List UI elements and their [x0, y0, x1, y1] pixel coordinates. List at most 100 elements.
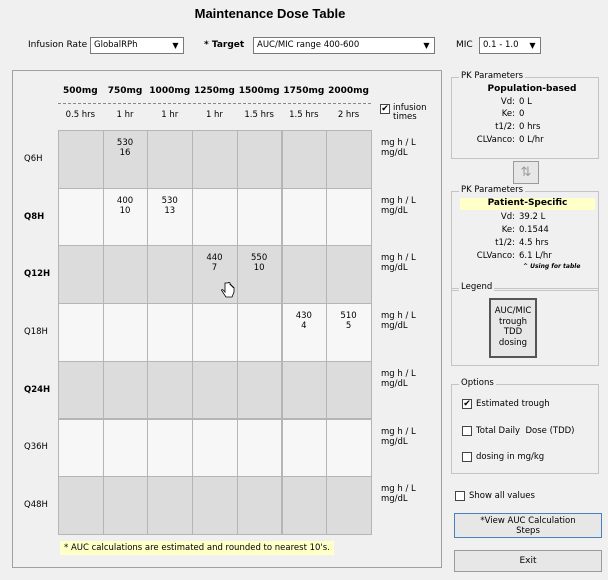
legend-box[interactable]: AUC/MIC trough TDD dosing: [489, 298, 537, 358]
dose-cell[interactable]: [326, 130, 372, 189]
dose-cell[interactable]: [58, 360, 104, 420]
vd-label: Vd:: [500, 212, 515, 222]
dose-cell[interactable]: [192, 130, 238, 189]
dose-cell[interactable]: [192, 187, 238, 247]
dose-cell[interactable]: [281, 245, 328, 305]
mgkg-option[interactable]: dosing in mg/kg: [462, 452, 544, 462]
dose-cell[interactable]: [192, 360, 238, 420]
target-label: * Target: [204, 40, 245, 50]
vd-value: 0 L: [519, 97, 532, 107]
pk-patient-heading: Patient-Specific: [460, 198, 595, 210]
dose-cell[interactable]: [192, 418, 238, 478]
trough-unit-label: mg/dL: [381, 378, 408, 389]
legend-tdd: TDD: [503, 327, 523, 337]
trough-unit-label: mg/dL: [381, 494, 408, 505]
ke-value: 0.1544: [519, 225, 549, 235]
dose-cell[interactable]: [58, 187, 104, 247]
tdd-checkbox[interactable]: [462, 426, 472, 436]
trough-unit-label: mg/dL: [381, 263, 408, 274]
dose-cell[interactable]: [326, 360, 372, 420]
infusion-times-toggle[interactable]: ✔ infusion times: [380, 104, 427, 122]
infusion-time-label: 0.5 hrs: [65, 110, 96, 120]
dose-cell[interactable]: [326, 476, 372, 535]
dose-cell[interactable]: [236, 476, 283, 535]
dose-cell[interactable]: [147, 303, 194, 362]
auc-unit-label: mg h / L: [381, 484, 416, 495]
chevron-down-icon[interactable]: ▼: [420, 39, 433, 52]
infusion-rate-select[interactable]: GlobalRPh ▼: [90, 37, 184, 54]
dose-cell[interactable]: [102, 360, 149, 420]
dose-cell[interactable]: [236, 187, 283, 247]
infusion-rate-value: GlobalRPh: [94, 40, 138, 50]
auc-value: 430: [295, 311, 312, 322]
half-life-label: t1/2:: [495, 238, 515, 248]
hand-cursor-icon: [221, 282, 235, 298]
dose-cell[interactable]: [58, 418, 104, 478]
dose-cell[interactable]: [281, 360, 328, 420]
dose-cell[interactable]: [58, 303, 104, 362]
checkmark-icon: ✔: [381, 103, 389, 114]
dose-cell[interactable]: [102, 418, 149, 478]
chevron-down-icon[interactable]: ▼: [526, 39, 539, 52]
view-auc-steps-button[interactable]: *View AUC Calculation Steps: [454, 513, 602, 538]
trough-value: 5: [345, 321, 352, 332]
tdd-label: Total Daily Dose (TDD): [476, 426, 575, 436]
dose-cell[interactable]: [147, 418, 194, 478]
dose-cell[interactable]: [58, 130, 104, 189]
dose-cell[interactable]: [58, 245, 104, 305]
vd-label: Vd:: [500, 97, 515, 107]
footnote: * AUC calculations are estimated and rou…: [60, 541, 334, 555]
trough-unit-label: mg/dL: [381, 205, 408, 216]
dose-cell[interactable]: [236, 303, 283, 362]
trough-value: 10: [253, 263, 265, 274]
infusion-times-checkbox[interactable]: ✔: [380, 104, 390, 114]
dose-cell[interactable]: [326, 418, 372, 478]
dose-cell[interactable]: [281, 187, 328, 247]
estimated-trough-option[interactable]: ✔ Estimated trough: [462, 399, 550, 409]
mic-label: MIC: [456, 40, 473, 50]
dose-cell[interactable]: [281, 476, 328, 535]
dose-cell[interactable]: [102, 303, 149, 362]
auc-value: 550: [251, 253, 268, 264]
dose-cell[interactable]: [236, 130, 283, 189]
half-life-value: 0 hrs: [519, 122, 541, 132]
dose-cell[interactable]: [147, 476, 194, 535]
trough-value: 13: [164, 205, 176, 216]
dose-cell[interactable]: [147, 360, 194, 420]
dose-cell[interactable]: [281, 418, 328, 478]
mic-select[interactable]: 0.1 - 1.0 ▼: [479, 37, 541, 54]
infusion-time-label: 1 hr: [161, 110, 179, 120]
swap-params-button[interactable]: ⇅: [513, 161, 539, 184]
dose-cell[interactable]: [192, 303, 238, 362]
legend-dosing: dosing: [498, 337, 528, 348]
dose-cell[interactable]: [192, 476, 238, 535]
show-all-values-option[interactable]: Show all values: [455, 491, 535, 501]
half-life-label: t1/2:: [495, 122, 515, 132]
auc-unit-label: mg h / L: [381, 426, 416, 437]
dose-cell[interactable]: [281, 130, 328, 189]
clvanco-value: 6.1 L/hr: [519, 251, 552, 261]
dose-cell[interactable]: [326, 187, 372, 247]
dose-cell[interactable]: [102, 476, 149, 535]
checkmark-icon: ✔: [463, 398, 471, 409]
half-life-value: 4.5 hrs: [519, 238, 549, 248]
dose-cell[interactable]: [236, 360, 283, 420]
dose-cell[interactable]: [236, 418, 283, 478]
dose-cell[interactable]: [102, 245, 149, 305]
trough-unit-label: mg/dL: [381, 436, 408, 447]
show-all-values-checkbox[interactable]: [455, 491, 465, 501]
dose-cell[interactable]: [147, 130, 194, 189]
estimated-trough-checkbox[interactable]: ✔: [462, 399, 472, 409]
target-select[interactable]: AUC/MIC range 400-600 ▼: [253, 37, 435, 54]
mgkg-checkbox[interactable]: [462, 452, 472, 462]
trough-value: 10: [119, 205, 131, 216]
auc-value: 530: [161, 195, 178, 206]
pk-population-group-title: PK Parameters: [459, 71, 526, 81]
chevron-down-icon[interactable]: ▼: [169, 39, 182, 52]
dose-cell[interactable]: [58, 476, 104, 535]
exit-button[interactable]: Exit: [454, 550, 602, 572]
tdd-option[interactable]: Total Daily Dose (TDD): [462, 426, 575, 436]
dose-cell[interactable]: [326, 245, 372, 305]
dose-cell[interactable]: [147, 245, 194, 305]
page-title: Maintenance Dose Table: [194, 6, 346, 21]
